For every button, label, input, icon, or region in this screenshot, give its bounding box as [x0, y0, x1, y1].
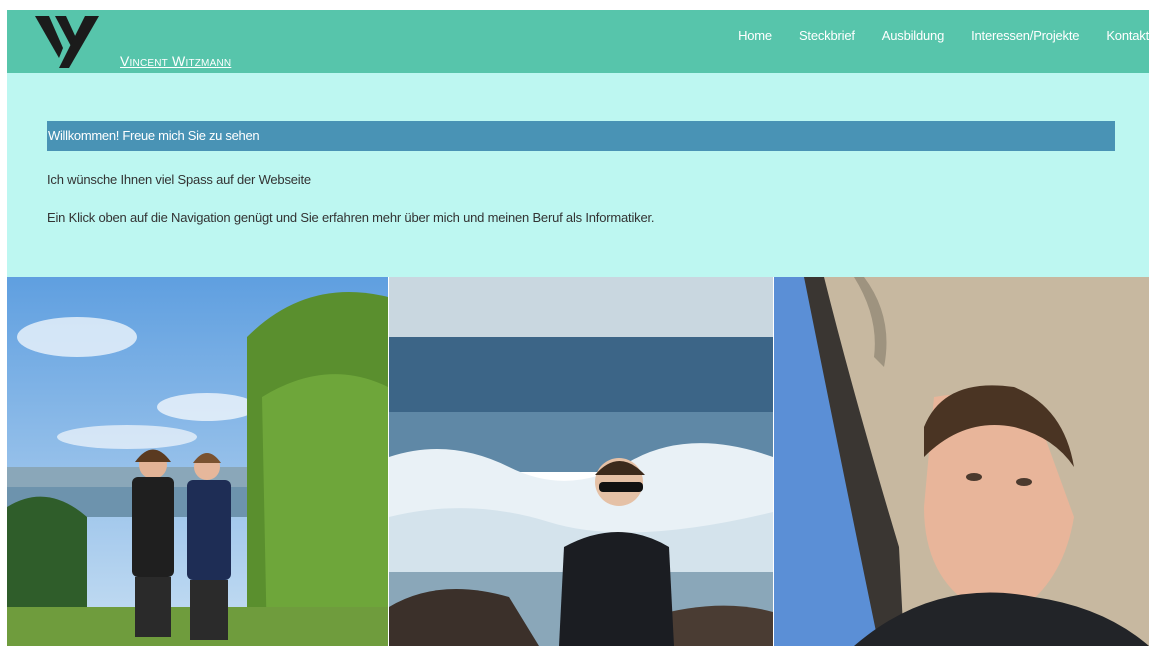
navigation-hint-paragraph: Ein Klick oben auf die Navigation genügt…	[47, 210, 655, 225]
v-logo-icon[interactable]	[35, 14, 99, 68]
main-nav: Home Steckbrief Ausbildung Interessen/Pr…	[711, 28, 1149, 48]
page: Vincent Witzmann Home Steckbrief Ausbild…	[7, 10, 1149, 646]
nav-ausbildung[interactable]: Ausbildung	[882, 28, 945, 48]
welcome-banner: Willkommen! Freue mich Sie zu sehen	[47, 121, 1115, 151]
photo-gallery	[7, 277, 1149, 646]
nav-kontakt[interactable]: Kontakt	[1106, 28, 1149, 48]
welcome-section: Willkommen! Freue mich Sie zu sehen Ich …	[7, 73, 1149, 277]
nav-interessen-projekte[interactable]: Interessen/Projekte	[971, 28, 1079, 48]
site-name-link[interactable]: Vincent Witzmann	[120, 53, 231, 69]
nav-steckbrief[interactable]: Steckbrief	[799, 28, 855, 48]
nav-home[interactable]: Home	[738, 28, 772, 48]
two-boys-by-sea-photo	[7, 277, 388, 646]
welcome-title: Willkommen! Freue mich Sie zu sehen	[48, 128, 260, 143]
boy-at-ocean-waves-photo	[389, 277, 773, 646]
intro-paragraph: Ich wünsche Ihnen viel Spass auf der Web…	[47, 172, 311, 187]
selfie-in-car-photo	[774, 277, 1149, 646]
site-header: Vincent Witzmann Home Steckbrief Ausbild…	[7, 10, 1149, 73]
